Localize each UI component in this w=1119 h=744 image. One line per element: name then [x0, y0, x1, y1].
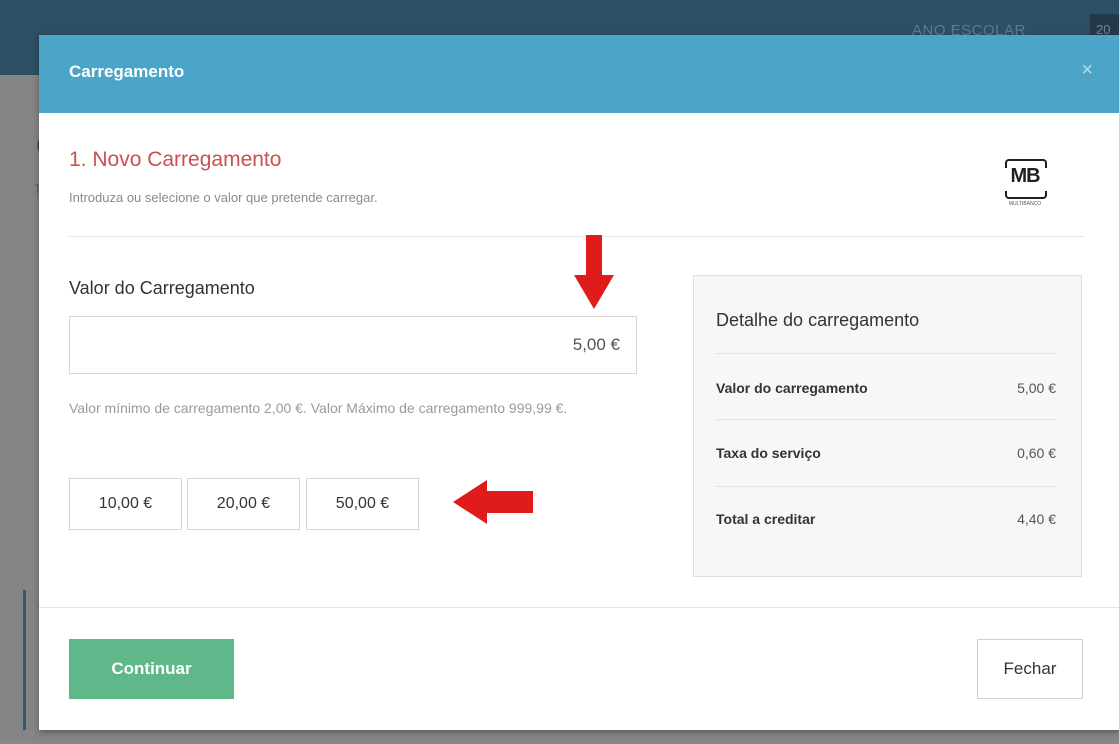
modal-title: Carregamento — [69, 62, 185, 81]
recharge-details-panel: Detalhe do carregamento Valor do carrega… — [693, 275, 1082, 577]
arrow-down-icon — [574, 235, 614, 309]
recharge-modal: Carregamento × 1. Novo Carregamento Intr… — [39, 35, 1119, 730]
details-divider — [716, 353, 1056, 354]
details-row-fee: Taxa do serviço 0,60 € — [716, 445, 1056, 465]
multibanco-logo: MB MULTIBANCO — [1005, 159, 1047, 209]
details-row-label: Total a creditar — [716, 511, 816, 527]
background-accent-line — [23, 590, 26, 730]
details-row-total: Total a creditar 4,40 € — [716, 511, 1056, 531]
details-row-value: 5,00 € — [1017, 380, 1056, 396]
details-row-value: 0,60 € — [1017, 445, 1056, 461]
footer-divider — [39, 607, 1119, 608]
details-title: Detalhe do carregamento — [716, 310, 920, 330]
quick-amount-10-button[interactable]: 10,00 € — [69, 478, 182, 530]
details-row-label: Taxa do serviço — [716, 445, 821, 461]
continue-button[interactable]: Continuar — [69, 639, 234, 699]
details-row-value: 4,40 € — [1017, 511, 1056, 527]
step-description: Introduza ou selecione o valor que prete… — [69, 190, 378, 205]
details-row-label: Valor do carregamento — [716, 380, 868, 396]
close-icon[interactable]: × — [1081, 59, 1093, 82]
modal-header: Carregamento × — [39, 35, 1119, 113]
logo-caption: MULTIBANCO — [1008, 201, 1042, 207]
amount-label: Valor do Carregamento — [69, 278, 255, 298]
quick-amount-20-button[interactable]: 20,00 € — [187, 478, 300, 530]
amount-input[interactable] — [69, 316, 637, 374]
logo-text: MB — [1010, 165, 1040, 187]
quick-amount-50-button[interactable]: 50,00 € — [306, 478, 419, 530]
details-divider — [716, 486, 1056, 487]
logo-frame-bottom — [1005, 191, 1047, 199]
details-row-amount: Valor do carregamento 5,00 € — [716, 380, 1056, 400]
step-title: 1. Novo Carregamento — [69, 148, 282, 171]
close-button[interactable]: Fechar — [977, 639, 1083, 699]
arrow-left-icon — [453, 480, 533, 524]
amount-hint: Valor mínimo de carregamento 2,00 €. Val… — [69, 400, 568, 416]
details-divider — [716, 419, 1056, 420]
background-table — [60, 729, 1060, 744]
